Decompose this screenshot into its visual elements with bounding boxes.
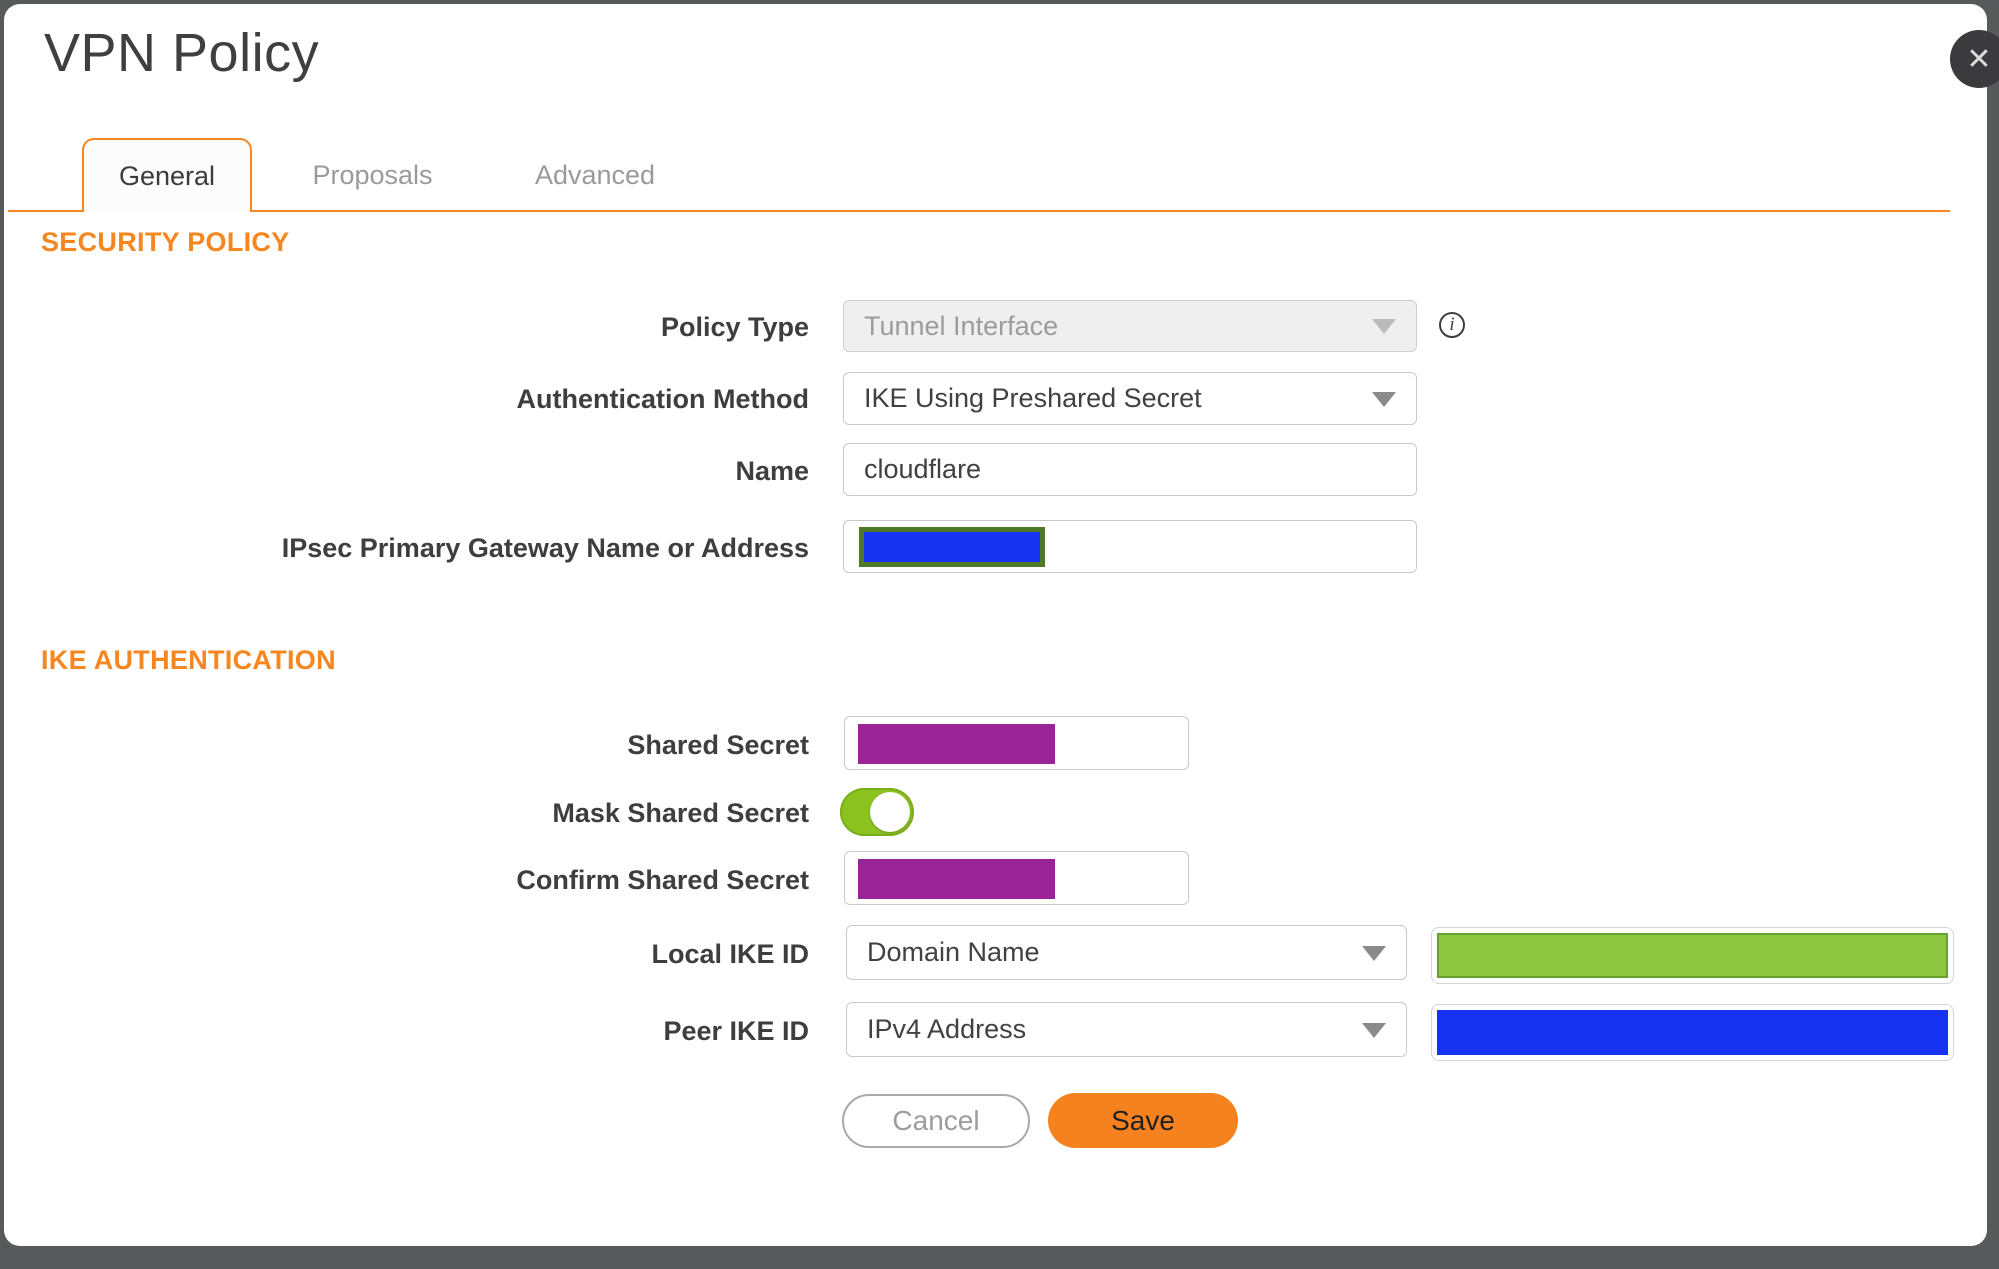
ipsec-primary-gateway-label: IPsec Primary Gateway Name or Address <box>281 533 809 563</box>
local-ike-id-label: Local IKE ID <box>651 939 809 969</box>
redacted-confirm-shared-secret-value <box>858 859 1055 899</box>
local-ike-id-type: Domain Name <box>867 937 1040 967</box>
page-background: { "dialog": { "title": "VPN Policy", "cl… <box>0 0 1999 1269</box>
authentication-method-label: Authentication Method <box>516 384 809 414</box>
redacted-local-ike-id-value <box>1437 933 1948 978</box>
tab-general-label: General <box>118 160 216 191</box>
policy-type-select: Tunnel Interface <box>843 300 1417 352</box>
info-icon[interactable]: i <box>1439 312 1465 338</box>
name-label: Name <box>735 456 809 486</box>
authentication-method-value: IKE Using Preshared Secret <box>864 383 1202 413</box>
section-security-policy: SECURITY POLICY <box>41 227 290 257</box>
mask-shared-secret-toggle[interactable] <box>840 788 914 836</box>
policy-type-label: Policy Type <box>660 312 809 342</box>
chevron-down-icon <box>1362 945 1386 961</box>
tab-advanced[interactable]: Advanced <box>520 138 670 212</box>
chevron-down-icon <box>1372 319 1396 334</box>
local-ike-id-value-box[interactable] <box>1431 927 1954 984</box>
name-input[interactable]: cloudflare <box>843 443 1417 496</box>
peer-ike-id-label: Peer IKE ID <box>663 1016 809 1046</box>
confirm-shared-secret-input[interactable] <box>844 851 1189 905</box>
mask-shared-secret-label: Mask Shared Secret <box>552 798 809 828</box>
tab-proposals[interactable]: Proposals <box>300 138 445 212</box>
chevron-down-icon <box>1362 1022 1386 1038</box>
redacted-gateway-value <box>859 527 1045 567</box>
redacted-shared-secret-value <box>858 724 1055 764</box>
toggle-knob <box>870 792 910 832</box>
tab-advanced-label: Advanced <box>534 160 656 190</box>
peer-ike-id-select[interactable]: IPv4 Address <box>846 1002 1407 1057</box>
local-ike-id-select[interactable]: Domain Name <box>846 925 1407 980</box>
tabs-underline <box>8 210 1950 212</box>
close-button[interactable]: ✕ <box>1950 30 1999 88</box>
policy-type-value: Tunnel Interface <box>864 310 1059 341</box>
save-button[interactable]: Save <box>1048 1093 1238 1148</box>
section-ike-authentication: IKE AUTHENTICATION <box>41 645 336 675</box>
peer-ike-id-type: IPv4 Address <box>867 1014 1027 1044</box>
cancel-button[interactable]: Cancel <box>842 1094 1030 1148</box>
close-icon: ✕ <box>1966 42 1992 76</box>
authentication-method-select[interactable]: IKE Using Preshared Secret <box>843 372 1417 425</box>
peer-ike-id-value-box[interactable] <box>1431 1004 1954 1061</box>
chevron-down-icon <box>1372 391 1396 407</box>
shared-secret-input[interactable] <box>844 716 1189 770</box>
tab-general[interactable]: General <box>82 138 252 212</box>
name-value: cloudflare <box>864 454 982 484</box>
shared-secret-label: Shared Secret <box>627 730 809 760</box>
page-title: VPN Policy <box>44 23 320 83</box>
redacted-peer-ike-id-value <box>1437 1010 1948 1055</box>
tab-proposals-label: Proposals <box>312 160 433 190</box>
confirm-shared-secret-label: Confirm Shared Secret <box>516 865 809 895</box>
ipsec-primary-gateway-input[interactable] <box>843 520 1417 573</box>
